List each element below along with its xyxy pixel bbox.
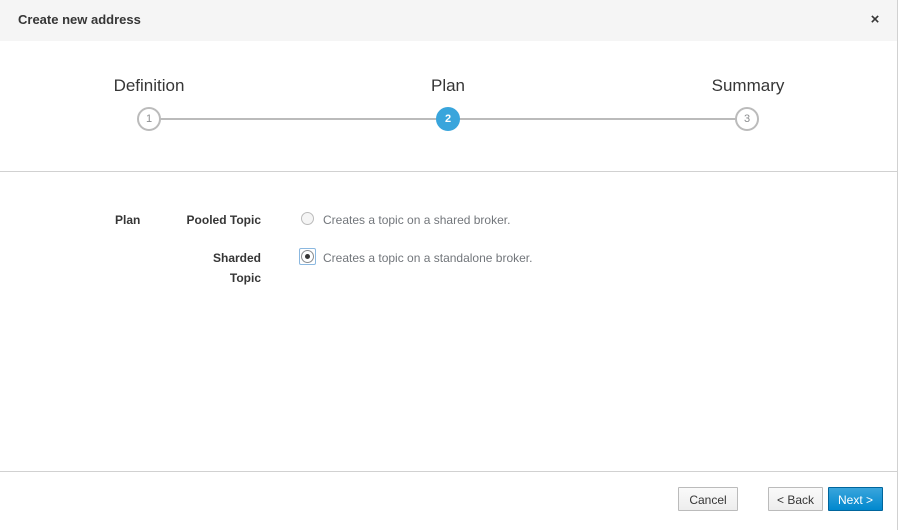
step-connector-1 [149,118,448,120]
option-label-sharded-topic: Sharded Topic [160,248,261,288]
option-label-pooled-topic: Pooled Topic [186,213,261,227]
step-circle-summary[interactable]: 3 [735,107,759,131]
dialog-header: Create new address × [0,0,897,41]
steps-divider [0,171,897,172]
step-connector-2 [448,118,747,120]
wizard-steps: Definition 1 Plan 2 Summary 3 [0,41,897,171]
footer-divider [0,471,897,472]
radio-sharded-topic[interactable] [301,250,314,263]
dialog-title: Create new address [18,12,141,27]
option-label-sharded-line1: Sharded [212,251,261,265]
option-desc-pooled-topic: Creates a topic on a shared broker. [323,213,511,227]
create-address-dialog: Create new address × Definition 1 Plan 2… [0,0,898,530]
step-title-plan: Plan [430,76,466,95]
plan-field-label: Plan [115,213,141,227]
step-circle-plan[interactable]: 2 [436,107,460,131]
option-desc-sharded-topic: Creates a topic on a standalone broker. [323,251,533,265]
option-label-sharded-line2: Topic [229,271,261,285]
step-title-definition: Definition [113,76,185,95]
radio-pooled-topic[interactable] [301,212,314,225]
next-button[interactable]: Next > [828,487,883,511]
cancel-button[interactable]: Cancel [678,487,738,511]
step-title-summary: Summary [711,76,785,95]
back-button[interactable]: < Back [768,487,823,511]
step-circle-definition[interactable]: 1 [137,107,161,131]
close-icon[interactable]: × [867,11,883,29]
